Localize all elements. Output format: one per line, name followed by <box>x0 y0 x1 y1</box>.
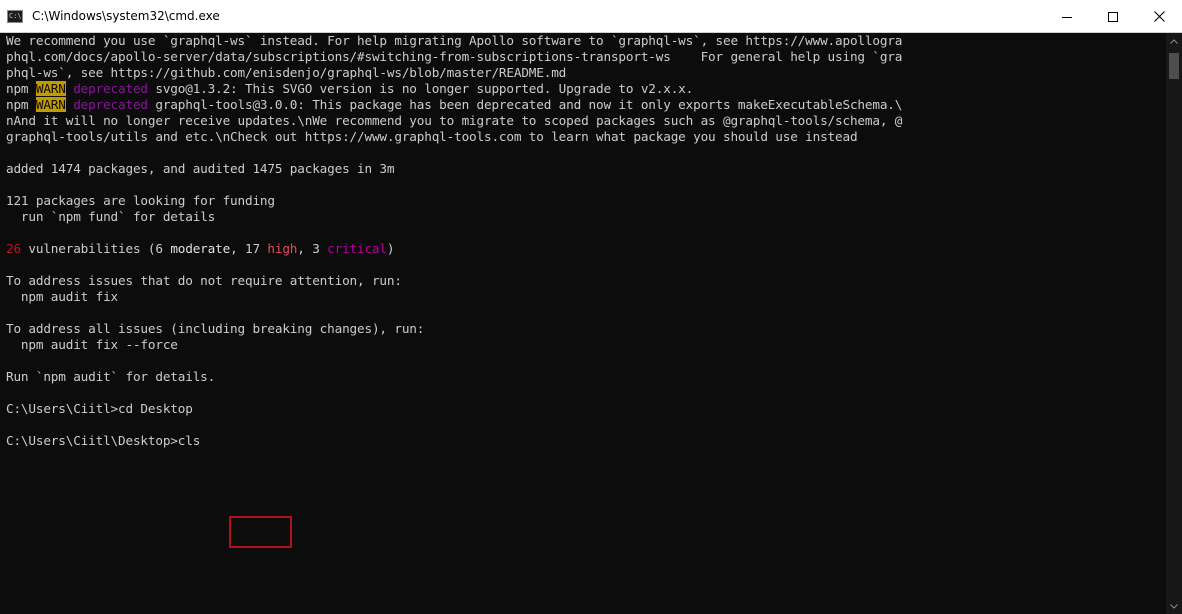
maximize-icon <box>1108 11 1118 22</box>
terminal-line: phql.com/docs/apollo-server/data/subscri… <box>6 49 903 64</box>
vuln-text: ) <box>386 241 395 256</box>
vulnerabilities-line: 26 vulnerabilities (6 moderate, 17 high,… <box>0 241 1166 257</box>
terminal-line: We recommend you use `graphql-ws` instea… <box>6 33 903 48</box>
terminal-line: C:\Users\Ciitl>cd Desktop <box>6 401 193 416</box>
vuln-text: , 3 <box>297 241 328 256</box>
scroll-up-button[interactable] <box>1166 33 1182 49</box>
close-icon <box>1153 11 1165 22</box>
typed-command[interactable]: cls <box>178 433 201 448</box>
terminal-line: phql-ws`, see https://github.com/enisden… <box>6 65 567 80</box>
terminal-line: nAnd it will no longer receive updates.\… <box>6 113 903 128</box>
terminal-line: npm audit fix <box>6 289 119 304</box>
vertical-scrollbar[interactable] <box>1166 33 1182 614</box>
maximize-button[interactable] <box>1090 0 1136 33</box>
terminal-line: 121 packages are looking for funding <box>6 193 275 208</box>
npm-prefix: npm <box>6 81 36 96</box>
severity-moderate: moderate <box>170 241 231 256</box>
scroll-down-button[interactable] <box>1166 598 1182 614</box>
command-prompt-line[interactable]: C:\Users\Ciitl\Desktop>cls <box>0 433 1166 449</box>
terminal-line: graphql-tools/utils and etc.\nCheck out … <box>6 129 858 144</box>
minimize-icon <box>1062 16 1072 18</box>
title-bar[interactable]: C:\ C:\Windows\system32\cmd.exe <box>0 0 1182 33</box>
terminal-line: npm audit fix --force <box>6 337 178 352</box>
chevron-up-icon <box>1170 38 1178 44</box>
warn-message: svgo@1.3.2: This SVGO version is no long… <box>147 81 694 96</box>
deprecated-label: deprecated <box>65 97 148 112</box>
cmd-app-icon-text: C:\ <box>9 12 22 20</box>
warn-badge: WARN <box>35 81 66 96</box>
npm-warn-line: npm WARN deprecated svgo@1.3.2: This SVG… <box>0 81 1166 97</box>
npm-prefix: npm <box>6 97 36 112</box>
npm-warn-line: npm WARN deprecated graphql-tools@3.0.0:… <box>0 97 1166 113</box>
terminal-line: To address issues that do not require at… <box>6 273 402 288</box>
terminal-line: Run `npm audit` for details. <box>6 369 216 384</box>
scroll-thumb[interactable] <box>1169 53 1179 79</box>
deprecated-label: deprecated <box>65 81 148 96</box>
close-button[interactable] <box>1136 0 1182 33</box>
terminal-line: added 1474 packages, and audited 1475 pa… <box>6 161 395 176</box>
vuln-text: vulnerabilities (6 <box>20 241 171 256</box>
vuln-text: , 17 <box>230 241 268 256</box>
terminal-output[interactable]: We recommend you use `graphql-ws` instea… <box>0 33 1166 614</box>
vulnerability-count: 26 <box>6 241 21 256</box>
chevron-down-icon <box>1170 603 1178 609</box>
window-title: C:\Windows\system32\cmd.exe <box>32 9 220 23</box>
terminal-line: To address all issues (including breakin… <box>6 321 425 336</box>
warn-message: graphql-tools@3.0.0: This package has be… <box>147 97 903 112</box>
severity-critical: critical <box>327 241 387 256</box>
severity-high: high <box>267 241 298 256</box>
terminal-line: run `npm fund` for details <box>6 209 216 224</box>
warn-badge: WARN <box>35 97 66 112</box>
minimize-button[interactable] <box>1044 0 1090 33</box>
cmd-app-icon[interactable]: C:\ <box>7 10 23 23</box>
prompt-path: C:\Users\Ciitl\Desktop> <box>6 433 178 448</box>
